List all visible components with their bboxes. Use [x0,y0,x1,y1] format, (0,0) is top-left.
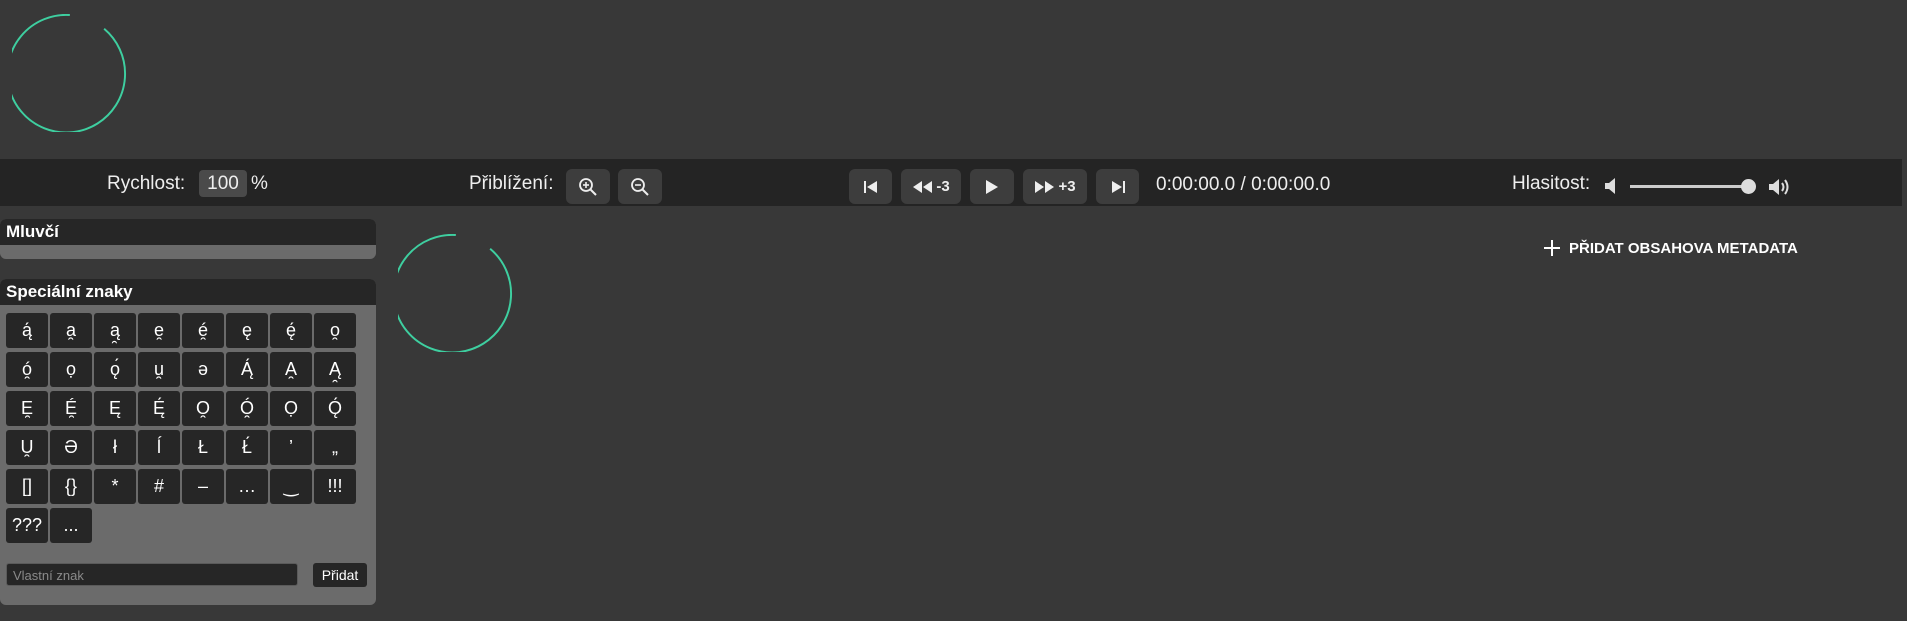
special-char-button[interactable]: ł [94,430,136,465]
volume-mute-icon[interactable] [1604,177,1618,195]
volume-slider-handle[interactable] [1741,179,1756,194]
special-char-button[interactable]: Ə [50,430,92,465]
special-char-button[interactable]: ǫ́ [94,352,136,387]
special-char-button[interactable]: Ó̯ [226,391,268,426]
special-char-button[interactable]: {} [50,469,92,504]
volume-label: Hlasitost: [1512,173,1591,194]
loading-spinner-transcript [398,234,516,352]
add-content-metadata-button[interactable]: PŘIDAT OBSAHOVA METADATA [1543,237,1798,259]
player-toolbar: Rychlost: 100 % Přiblížení: -3 +3 0:00:0… [0,159,1902,206]
special-char-button[interactable]: U̯ [6,430,48,465]
speed-unit: % [251,173,268,194]
skip-end-icon [1111,180,1125,193]
special-char-button[interactable]: A̯ [270,352,312,387]
fast-forward-icon [1035,180,1055,193]
time-display: 0:00:00.0 / 0:00:00.0 [1156,174,1331,195]
forward-button[interactable]: +3 [1023,169,1087,204]
special-char-button[interactable]: !!! [314,469,356,504]
speakers-panel: Mluvčí [0,219,376,259]
special-char-button[interactable]: ə [182,352,224,387]
zoom-out-button[interactable] [618,169,662,204]
special-chars-grid: ą́ a̯ ą̯ e̯ é̯ ę ę́ o̯ ó̯ ọ ǫ́ u̯ ə Ą́ A̯ Ą̯ E̯ É̯ Ę Ę́ O̯ Ó̯… [6,313,356,543]
plus-icon [1544,240,1560,256]
play-icon [986,179,998,194]
special-char-button[interactable]: Ą̯ [314,352,356,387]
add-custom-char-button[interactable]: Přidat [313,563,367,587]
special-char-button[interactable]: ę [226,313,268,348]
special-char-button[interactable]: É̯ [50,391,92,426]
rewind-button[interactable]: -3 [901,169,961,204]
special-char-button[interactable]: ’ [270,430,312,465]
rewind-label: -3 [936,178,950,195]
speakers-panel-title: Mluvčí [0,219,376,245]
special-char-button[interactable]: Ę́ [138,391,180,426]
rewind-icon [913,180,933,193]
zoom-label: Přiblížení: [469,173,554,194]
volume-up-icon[interactable] [1768,177,1792,197]
special-char-button[interactable]: Ę [94,391,136,426]
special-char-button[interactable]: [] [6,469,48,504]
special-char-button[interactable]: a̯ [50,313,92,348]
special-char-button[interactable]: Ł [182,430,224,465]
zoom-out-icon [631,177,649,196]
zoom-in-icon [579,177,597,196]
special-char-button[interactable]: – [182,469,224,504]
special-char-button[interactable]: ó̯ [6,352,48,387]
special-char-button[interactable]: Ọ [270,391,312,426]
loading-spinner-waveform [12,14,130,132]
special-char-button[interactable]: ę́ [270,313,312,348]
special-char-button[interactable]: Ǫ́ [314,391,356,426]
special-char-button[interactable]: ọ [50,352,92,387]
play-button[interactable] [970,169,1014,204]
special-char-button[interactable]: e̯ [138,313,180,348]
special-char-button[interactable]: ą̯ [94,313,136,348]
special-char-button[interactable]: ??? [6,508,48,543]
special-char-button[interactable]: é̯ [182,313,224,348]
special-char-button[interactable]: ‿ [270,469,312,504]
special-char-button[interactable]: ą́ [6,313,48,348]
zoom-in-button[interactable] [566,169,610,204]
custom-char-input[interactable]: Vlastní znak [6,563,298,586]
skip-start-icon [863,180,877,193]
special-char-button[interactable]: * [94,469,136,504]
special-char-button[interactable]: ĺ [138,430,180,465]
special-char-button[interactable]: Ł́ [226,430,268,465]
special-char-button[interactable]: „ [314,430,356,465]
special-char-button[interactable]: ... [50,508,92,543]
forward-label: +3 [1058,178,1076,195]
special-char-button[interactable]: E̯ [6,391,48,426]
special-char-button[interactable]: # [138,469,180,504]
skip-to-end-button[interactable] [1096,169,1139,204]
special-char-button[interactable]: o̯ [314,313,356,348]
skip-to-start-button[interactable] [849,169,892,204]
speed-label: Rychlost: [107,173,186,194]
speed-input[interactable]: 100 [199,170,247,197]
special-char-button[interactable]: u̯ [138,352,180,387]
special-char-button[interactable]: … [226,469,268,504]
volume-slider-track[interactable] [1630,185,1748,188]
add-content-metadata-label: PŘIDAT OBSAHOVA METADATA [1569,239,1798,257]
special-chars-title: Speciální znaky [0,279,376,305]
special-char-button[interactable]: Ą́ [226,352,268,387]
special-char-button[interactable]: O̯ [182,391,224,426]
